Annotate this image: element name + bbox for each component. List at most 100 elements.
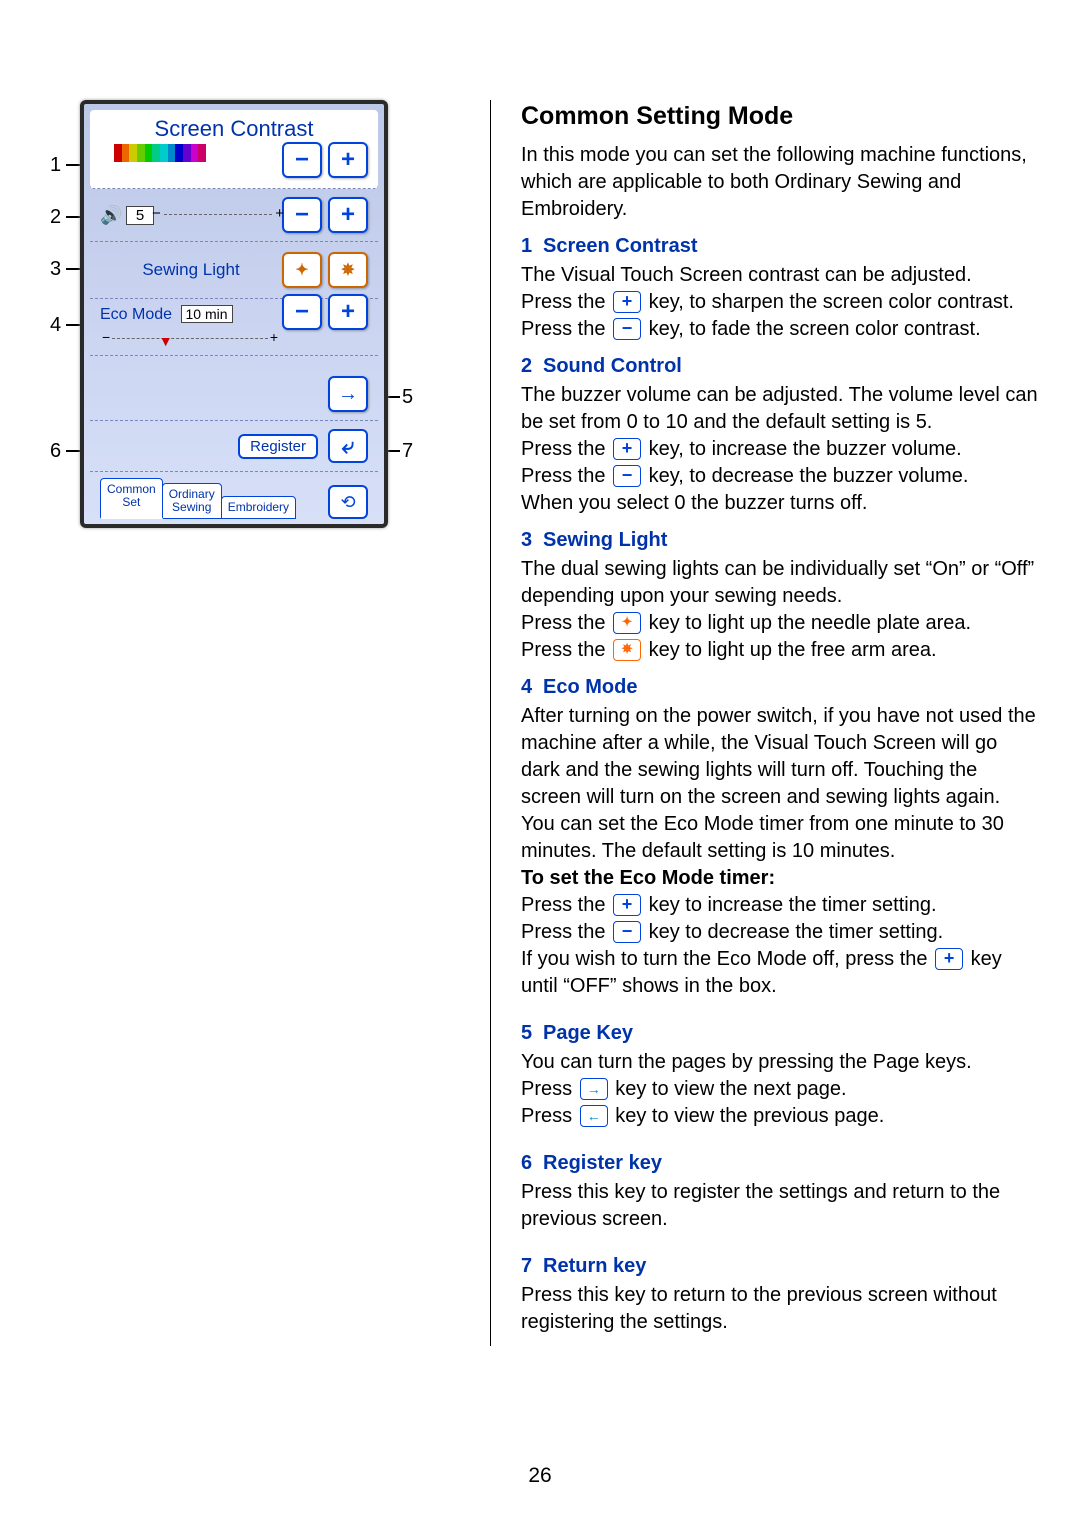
text: Press xyxy=(521,1078,578,1100)
light-freearm-icon: ✵ xyxy=(613,639,641,661)
text: key to decrease the timer setting. xyxy=(643,921,943,943)
section-3-body: The dual sewing lights can be individual… xyxy=(521,556,1040,664)
section-num: 7 xyxy=(521,1253,543,1280)
sound-slider[interactable] xyxy=(164,214,272,217)
section-2-title: 2Sound Control xyxy=(521,353,1040,380)
callout-5: 5 xyxy=(402,386,413,409)
section-7-body: Press this key to return to the previous… xyxy=(521,1282,1040,1336)
sound-plus-button[interactable]: + xyxy=(328,197,368,233)
contrast-minus-button[interactable]: − xyxy=(282,142,322,178)
sound-row: 🔊 5 − + xyxy=(90,189,378,242)
minus-key-icon: − xyxy=(613,465,641,487)
lcd-screen: Screen Contrast − + xyxy=(80,100,388,528)
text: Press the xyxy=(521,438,611,460)
section-5-body: You can turn the pages by pressing the P… xyxy=(521,1049,1040,1130)
section-2-body: The buzzer volume can be adjusted. The v… xyxy=(521,382,1040,517)
sound-minus-button[interactable]: − xyxy=(282,197,322,233)
section-title-text: Screen Contrast xyxy=(543,235,698,257)
text: Press the xyxy=(521,291,611,313)
section-1-title: 1Screen Contrast xyxy=(521,233,1040,260)
light-needle-button[interactable]: ✦ xyxy=(282,252,322,288)
text: key, to sharpen the screen color contras… xyxy=(643,291,1014,313)
text: key to view the next page. xyxy=(610,1078,847,1100)
section-num: 3 xyxy=(521,527,543,554)
section-title-text: Register key xyxy=(543,1152,662,1174)
lcd-title: Screen Contrast xyxy=(90,110,378,142)
text: Press the xyxy=(521,465,611,487)
speaker-icon: 🔊 xyxy=(100,205,120,226)
contrast-plus-button[interactable]: + xyxy=(328,142,368,178)
text: key, to decrease the buzzer volume. xyxy=(643,465,968,487)
page-heading: Common Setting Mode xyxy=(521,100,1040,134)
contrast-row: − + xyxy=(90,142,378,189)
section-5-title: 5Page Key xyxy=(521,1020,1040,1047)
section-6-body: Press this key to register the settings … xyxy=(521,1179,1040,1233)
section-1-body: The Visual Touch Screen contrast can be … xyxy=(521,262,1040,343)
callout-1: 1 xyxy=(50,154,61,177)
home-button[interactable]: ⟲ xyxy=(328,485,368,519)
light-freearm-button[interactable]: ✵ xyxy=(328,252,368,288)
text: key to light up the free arm area. xyxy=(643,639,937,661)
page-next-icon xyxy=(580,1078,608,1100)
eco-plus-button[interactable]: + xyxy=(328,294,368,330)
eco-mode-row: Eco Mode 10 min − + ▼ xyxy=(90,299,378,356)
text: The dual sewing lights can be individual… xyxy=(521,558,1034,607)
callout-7: 7 xyxy=(402,440,413,463)
plus-key-icon: + xyxy=(613,438,641,460)
section-title-text: Sewing Light xyxy=(543,529,667,551)
minus-key-icon: − xyxy=(613,921,641,943)
intro-text: In this mode you can set the following m… xyxy=(521,142,1040,223)
text: After turning on the power switch, if yo… xyxy=(521,705,1036,808)
tab-embroidery[interactable]: Embroidery xyxy=(221,496,296,519)
return-button[interactable]: ⤶ xyxy=(328,429,368,463)
tab-common-set[interactable]: Common Set xyxy=(100,478,163,519)
text: Press the xyxy=(521,894,611,916)
section-num: 2 xyxy=(521,353,543,380)
tab-row: Common Set Ordinary Sewing Embroidery ⟲ xyxy=(90,472,378,527)
section-7-title: 7Return key xyxy=(521,1253,1040,1280)
eco-slider[interactable]: ▼ xyxy=(112,338,268,341)
text: Press the xyxy=(521,639,611,661)
text: When you select 0 the buzzer turns off. xyxy=(521,492,867,514)
callout-4: 4 xyxy=(50,314,61,337)
eco-mode-value: 10 min xyxy=(181,305,233,323)
text: You can set the Eco Mode timer from one … xyxy=(521,813,1004,862)
text: You can turn the pages by pressing the P… xyxy=(521,1051,972,1073)
section-title-text: Return key xyxy=(543,1255,646,1277)
eco-mode-label: Eco Mode xyxy=(100,306,172,323)
register-button[interactable]: Register xyxy=(238,434,318,459)
page-prev-icon xyxy=(580,1105,608,1127)
section-title-text: Sound Control xyxy=(543,355,682,377)
section-num: 6 xyxy=(521,1150,543,1177)
callout-2: 2 xyxy=(50,206,61,229)
callout-6: 6 xyxy=(50,440,61,463)
section-num: 4 xyxy=(521,674,543,701)
text: Press xyxy=(521,1105,578,1127)
text: Press the xyxy=(521,921,611,943)
light-needle-icon: ✦ xyxy=(613,612,641,634)
plus-key-icon: + xyxy=(613,894,641,916)
subhead: To set the Eco Mode timer: xyxy=(521,867,775,889)
page-key-row: → xyxy=(90,356,378,421)
section-num: 5 xyxy=(521,1020,543,1047)
color-bar xyxy=(114,144,206,162)
text: key to view the previous page. xyxy=(610,1105,885,1127)
section-num: 1 xyxy=(521,233,543,260)
page-next-button[interactable]: → xyxy=(328,376,368,412)
plus-key-icon: + xyxy=(613,291,641,313)
eco-minus-button[interactable]: − xyxy=(282,294,322,330)
section-title-text: Eco Mode xyxy=(543,676,637,698)
text: key, to increase the buzzer volume. xyxy=(643,438,962,460)
callout-3: 3 xyxy=(50,258,61,281)
sound-value: 5 xyxy=(126,206,154,225)
tab-ordinary-sewing[interactable]: Ordinary Sewing xyxy=(162,483,222,519)
text: The buzzer volume can be adjusted. The v… xyxy=(521,384,1038,433)
minus-key-icon: − xyxy=(613,318,641,340)
text: Press the xyxy=(521,318,611,340)
text: Press the xyxy=(521,612,611,634)
section-3-title: 3Sewing Light xyxy=(521,527,1040,554)
text: The Visual Touch Screen contrast can be … xyxy=(521,264,972,286)
section-4-body: After turning on the power switch, if yo… xyxy=(521,703,1040,1000)
eco-marker-icon: ▼ xyxy=(159,333,173,349)
section-4-title: 4Eco Mode xyxy=(521,674,1040,701)
